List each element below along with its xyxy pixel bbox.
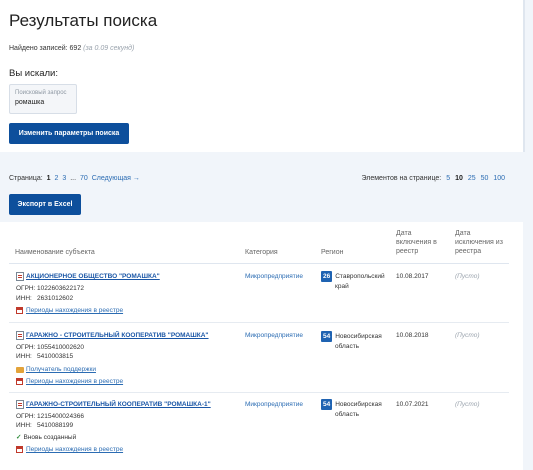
document-icon (16, 331, 24, 340)
page-ellipsis: ... (70, 175, 77, 182)
ogrn-label: ОГРН: (16, 344, 36, 351)
document-icon (16, 400, 24, 409)
calendar-icon (16, 378, 23, 385)
found-count-text: Найдено записей: 692 (9, 45, 82, 52)
per-page-selector: Элементов на странице: 5 10 25 50 100 (358, 175, 505, 182)
page-link-2[interactable]: 2 (54, 175, 58, 182)
new-entity-label: Вновь созданный (23, 434, 77, 441)
excluded-date: (Пусто) (455, 332, 480, 339)
region-name-line1: Новосибирская (335, 333, 382, 340)
region-name-line2: край (335, 283, 349, 290)
ogrn-field: ОГРН: 1215400024366 (16, 413, 84, 420)
per-page-100[interactable]: 100 (493, 175, 505, 182)
ogrn-field: ОГРН: 1022603622172 (16, 285, 84, 292)
calendar-icon (16, 307, 23, 314)
query-value: ромашка (15, 99, 45, 106)
calendar-icon (16, 446, 23, 453)
per-page-50[interactable]: 50 (481, 175, 489, 182)
found-time: (за 0.09 секунд) (83, 45, 135, 52)
header-name: Наименование субъекта (15, 249, 95, 256)
subject-name-link[interactable]: АКЦИОНЕРНОЕ ОБЩЕСТВО "РОМАШКА" (26, 273, 160, 280)
ogrn-field: ОГРН: 1055410002620 (16, 344, 84, 351)
panel-border (523, 0, 525, 152)
inn-label: ИНН: (16, 353, 32, 360)
page-link-70[interactable]: 70 (80, 175, 88, 182)
region-cell: 54 Новосибирская область (321, 331, 382, 351)
region-code-badge: 26 (321, 271, 333, 282)
next-page-link[interactable]: Следующая → (92, 175, 140, 182)
header-included: Дата включения в реестр (396, 230, 437, 255)
region-name-line1: Ставропольский (335, 273, 385, 280)
category-value: Микропредприятие (245, 401, 304, 408)
ogrn-label: ОГРН: (16, 413, 36, 420)
region-name-line2: область (335, 411, 360, 418)
header-divider (9, 263, 509, 264)
inn-label: ИНН: (16, 295, 32, 302)
excluded-date: (Пусто) (455, 273, 480, 280)
inn-value: 2631012602 (37, 295, 74, 302)
registry-periods-link[interactable]: Периоды нахождения в реестре (26, 378, 123, 385)
subject-name-link[interactable]: ГАРАЖНО - СТРОИТЕЛЬНЫЙ КООПЕРАТИВ "РОМАШ… (26, 332, 209, 339)
query-label: Поисковый запрос (15, 90, 67, 96)
check-icon: ✓ (16, 434, 22, 441)
inn-value: 5410003815 (37, 353, 74, 360)
header-region: Регион (321, 249, 344, 256)
category-value: Микропредприятие (245, 332, 304, 339)
region-name-line1: Новосибирская (335, 401, 382, 408)
inn-field: ИНН: 2631012602 (16, 295, 73, 302)
support-recipient-link[interactable]: Получатель поддержки (26, 366, 96, 373)
region-cell: 26 Ставропольский край (321, 271, 385, 291)
category-value: Микропредприятие (245, 273, 304, 280)
inn-label: ИНН: (16, 422, 32, 429)
region-name-line2: область (335, 343, 360, 350)
included-date: 10.08.2017 (396, 273, 429, 280)
included-date: 10.08.2018 (396, 332, 429, 339)
excluded-date: (Пусто) (455, 401, 480, 408)
page-title: Результаты поиска (9, 11, 158, 30)
found-count: Найдено записей: 692 (за 0.09 секунд) (9, 45, 134, 52)
pagination-label: Страница: (9, 175, 43, 182)
per-page-label: Элементов на странице: (361, 175, 442, 182)
per-page-25[interactable]: 25 (468, 175, 476, 182)
pagination: Страница: 1 2 3 ... 70 Следующая → (9, 175, 142, 182)
registry-periods-link[interactable]: Периоды нахождения в реестре (26, 446, 123, 453)
inn-value: 5410088199 (37, 422, 74, 429)
row-divider (9, 392, 509, 393)
change-search-button[interactable]: Изменить параметры поиска (9, 123, 129, 144)
page-link-3[interactable]: 3 (62, 175, 66, 182)
ogrn-label: ОГРН: (16, 285, 36, 292)
registry-periods-link[interactable]: Периоды нахождения в реестре (26, 307, 123, 314)
header-category: Категория (245, 249, 278, 256)
header-excluded: Дата исключения из реестра (455, 230, 503, 255)
you-searched-label: Вы искали: (9, 68, 58, 79)
query-box: Поисковый запрос ромашка (9, 84, 77, 114)
ogrn-value: 1215400024366 (37, 413, 84, 420)
region-code-badge: 54 (321, 331, 333, 342)
subject-name-link[interactable]: ГАРАЖНО-СТРОИТЕЛЬНЫЙ КООПЕРАТИВ "РОМАШКА… (26, 401, 211, 408)
support-recipient-icon (16, 367, 24, 373)
per-page-10[interactable]: 10 (455, 175, 463, 182)
region-cell: 54 Новосибирская область (321, 399, 382, 419)
ogrn-value: 1055410002620 (37, 344, 84, 351)
region-code-badge: 54 (321, 399, 333, 410)
row-divider (9, 322, 509, 323)
ogrn-value: 1022603622172 (37, 285, 84, 292)
per-page-5[interactable]: 5 (446, 175, 450, 182)
included-date: 10.07.2021 (396, 401, 429, 408)
page-link-1[interactable]: 1 (47, 175, 51, 182)
inn-field: ИНН: 5410088199 (16, 422, 73, 429)
export-excel-button[interactable]: Экспорт в Excel (9, 194, 81, 215)
inn-field: ИНН: 5410003815 (16, 353, 73, 360)
new-entity-flag: ✓ Вновь созданный (16, 433, 76, 441)
document-icon (16, 272, 24, 281)
